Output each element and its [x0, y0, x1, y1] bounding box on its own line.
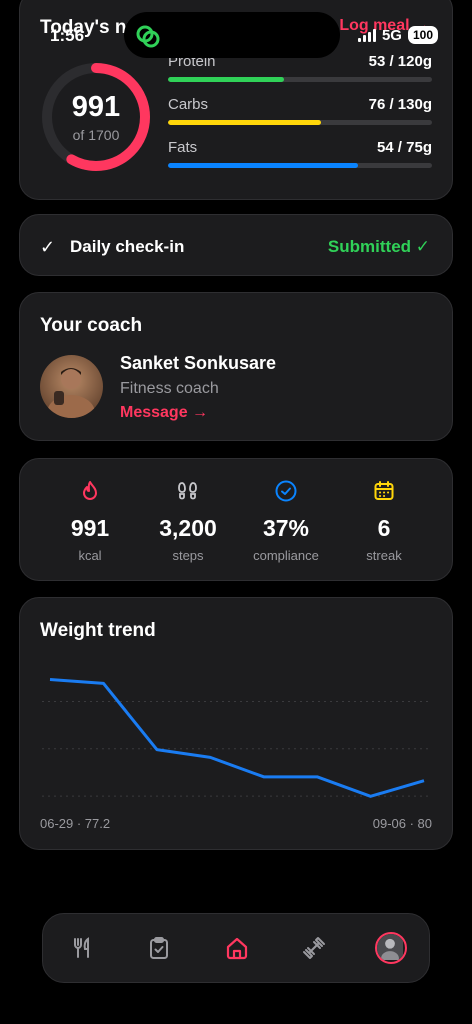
battery-icon: 100 — [407, 26, 438, 44]
nav-profile[interactable] — [373, 930, 409, 966]
stat-streak: 6 streak — [330, 479, 438, 563]
daily-stats-card: 991 kcal 3,200 steps 37% compliance 6 st… — [19, 458, 453, 581]
app-logo-icon — [136, 25, 160, 48]
macro-carbs: Carbs 76 / 130g — [168, 96, 432, 125]
checkin-label: Daily check-in — [70, 237, 185, 256]
stat-compliance: 37% compliance — [232, 479, 340, 563]
trend-start-label: 06-29 · 77.2 — [40, 816, 111, 831]
stat-value: 991 — [70, 515, 110, 541]
calories-value: 991 — [71, 91, 121, 123]
home-icon — [226, 937, 248, 960]
macro-value: 54 / 75g — [376, 139, 432, 156]
check-circle-icon — [275, 480, 297, 502]
stat-kcal: 991 kcal — [36, 479, 144, 563]
macro-bar — [168, 120, 432, 125]
macro-bar — [168, 77, 432, 82]
daily-checkin-card[interactable]: ✓ Daily check-in Submitted ✓ — [19, 214, 453, 276]
stat-value: 37% — [262, 515, 310, 541]
stat-label: kcal — [78, 548, 102, 563]
macro-label: Carbs — [168, 96, 209, 113]
status-indicators: 5G 100 — [357, 26, 438, 44]
network-label: 5G — [381, 26, 402, 44]
dumbbell-icon — [303, 937, 325, 959]
macro-bar-fill — [168, 163, 359, 168]
weight-series-line — [49, 677, 425, 798]
signal-icon — [357, 28, 376, 42]
trend-end-label: 09-06 · 80 — [372, 816, 432, 831]
coach-section-title: Your coach — [40, 315, 143, 336]
utensils-icon — [74, 937, 89, 958]
status-time: 1:56 — [50, 26, 85, 45]
macro-bar — [168, 163, 432, 168]
weight-trend-card: Weight trend 06-29 · 77.2 09-06 · 80 — [19, 597, 453, 850]
macro-bar-fill — [168, 77, 285, 82]
checkmark-icon: ✓ — [40, 237, 56, 257]
message-coach-link[interactable]: Message → — [120, 404, 208, 422]
calories-target: of 1700 — [72, 127, 120, 143]
stat-value: 6 — [377, 515, 391, 541]
nav-home[interactable] — [219, 930, 255, 966]
coach-card: Your coach Sanket Sonkusare Fitness coac… — [19, 292, 453, 441]
nav-checkins[interactable] — [141, 930, 177, 966]
macro-value: 53 / 120g — [368, 53, 432, 70]
nav-nutrition[interactable] — [65, 930, 101, 966]
coach-name: Sanket Sonkusare — [120, 353, 277, 373]
checkin-status: Submitted ✓ — [327, 237, 430, 256]
clipboard-icon — [150, 937, 168, 959]
dynamic-island — [124, 12, 340, 58]
macro-fats: Fats 54 / 75g — [168, 139, 432, 168]
stat-label: compliance — [253, 548, 319, 563]
bottom-nav — [42, 913, 430, 983]
macro-bar-fill — [168, 120, 322, 125]
macro-label: Fats — [168, 139, 198, 156]
macro-value: 76 / 130g — [368, 96, 432, 113]
stat-value: 3,200 — [159, 515, 217, 541]
nav-workouts[interactable] — [296, 930, 332, 966]
coach-avatar[interactable] — [40, 355, 103, 418]
calendar-icon — [374, 481, 394, 500]
flame-icon — [83, 481, 97, 500]
weight-trend-chart — [42, 677, 432, 798]
footsteps-icon — [178, 482, 197, 500]
coach-role: Fitness coach — [120, 380, 219, 397]
stat-label: streak — [366, 548, 402, 563]
stat-steps: 3,200 steps — [134, 479, 242, 563]
stat-label: steps — [172, 548, 204, 563]
profile-avatar — [375, 932, 407, 964]
